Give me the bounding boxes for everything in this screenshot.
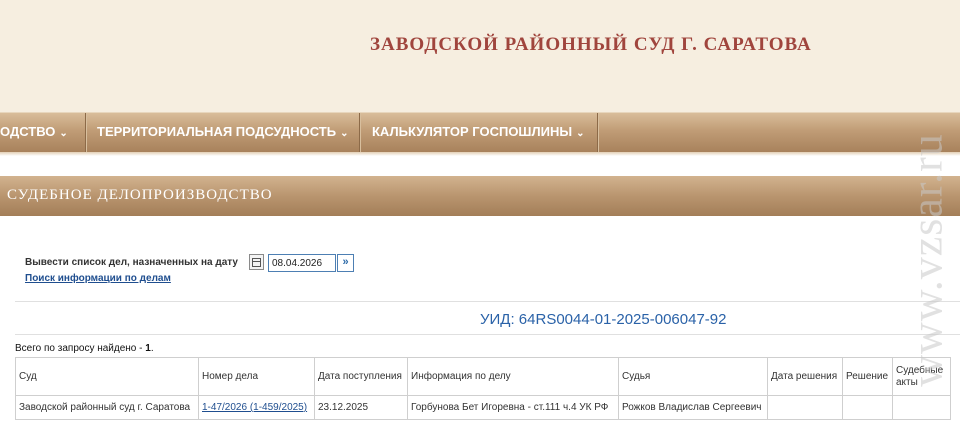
date-filter-label: Вывести список дел, назначенных на дату [25,257,238,268]
nav-item-label: ТЕРРИТОРИАЛЬНАЯ ПОДСУДНОСТЬ [97,124,337,139]
cell-info: Горбунова Бет Игоревна - ст.111 ч.4 УК Р… [407,395,619,420]
cell-decision [842,395,893,420]
results-count-suffix: . [150,343,154,354]
nav-item-label: ОДСТВО [0,124,56,139]
case-search-link[interactable]: Поиск информации по делам [25,273,171,284]
calendar-icon[interactable] [249,254,264,270]
cell-decision-date [767,395,843,420]
nav-divider [597,113,598,153]
case-number-link[interactable]: 1-47/2026 (1-459/2025) [202,402,307,413]
watermark: www.vzsar.ru [903,90,952,430]
nav-item-jurisdiction[interactable]: ТЕРРИТОРИАЛЬНАЯ ПОДСУДНОСТЬ ⌄ [97,113,348,153]
divider [15,334,960,335]
section-title: СУДЕБНОЕ ДЕЛОПРОИЗВОДСТВО [7,187,273,203]
cell-judge: Рожков Владислав Сергеевич [618,395,768,420]
column-header-decision-date: Дата решения [767,357,843,396]
chevron-down-icon: ⌄ [340,128,349,139]
table-row: Заводской районный суд г. Саратова 1-47/… [15,395,951,420]
nav-divider [85,113,86,153]
nav-item-label: КАЛЬКУЛЯТОР ГОСПОШЛИНЫ [372,124,573,139]
results-count-label: Всего по запросу найдено - [15,343,146,354]
site-header: ЗАВОДСКОЙ РАЙОННЫЙ СУД Г. САРАТОВА [0,0,960,112]
cell-case-number: 1-47/2026 (1-459/2025) [198,395,315,420]
nav-divider [359,113,360,153]
chevron-down-icon: ⌄ [59,128,68,139]
case-uid: УИД: 64RS0044-01-2025-006047-92 [480,311,727,328]
watermark-text: www.vzsar.ru [902,133,952,387]
cell-received: 23.12.2025 [314,395,408,420]
column-header-case-number: Номер дела [198,357,315,396]
column-header-info: Информация по делу [407,357,619,396]
main-navigation: ОДСТВО ⌄ ТЕРРИТОРИАЛЬНАЯ ПОДСУДНОСТЬ ⌄ КАЛ… [0,112,960,153]
section-header: СУДЕБНОЕ ДЕЛОПРОИЗВОДСТВО [0,176,960,216]
divider [15,301,960,302]
nav-shadow [0,152,960,156]
column-header-court: Суд [15,357,199,396]
column-header-judge: Судья [618,357,768,396]
cell-court: Заводской районный суд г. Саратова [15,395,199,420]
court-title: ЗАВОДСКОЙ РАЙОННЫЙ СУД Г. САРАТОВА [370,34,812,55]
column-header-decision: Решение [842,357,893,396]
results-count: Всего по запросу найдено - 1. [15,343,154,354]
table-header-row: Суд Номер дела Дата поступления Информац… [15,357,951,396]
double-chevron-right-icon[interactable]: » [337,254,354,272]
chevron-down-icon: ⌄ [576,128,585,139]
date-input[interactable] [268,254,336,272]
nav-item-fee-calculator[interactable]: КАЛЬКУЛЯТОР ГОСПОШЛИНЫ ⌄ [372,113,584,153]
column-header-received: Дата поступления [314,357,408,396]
nav-item-proceedings[interactable]: ОДСТВО ⌄ [0,113,68,153]
cases-table: Суд Номер дела Дата поступления Информац… [15,357,951,420]
